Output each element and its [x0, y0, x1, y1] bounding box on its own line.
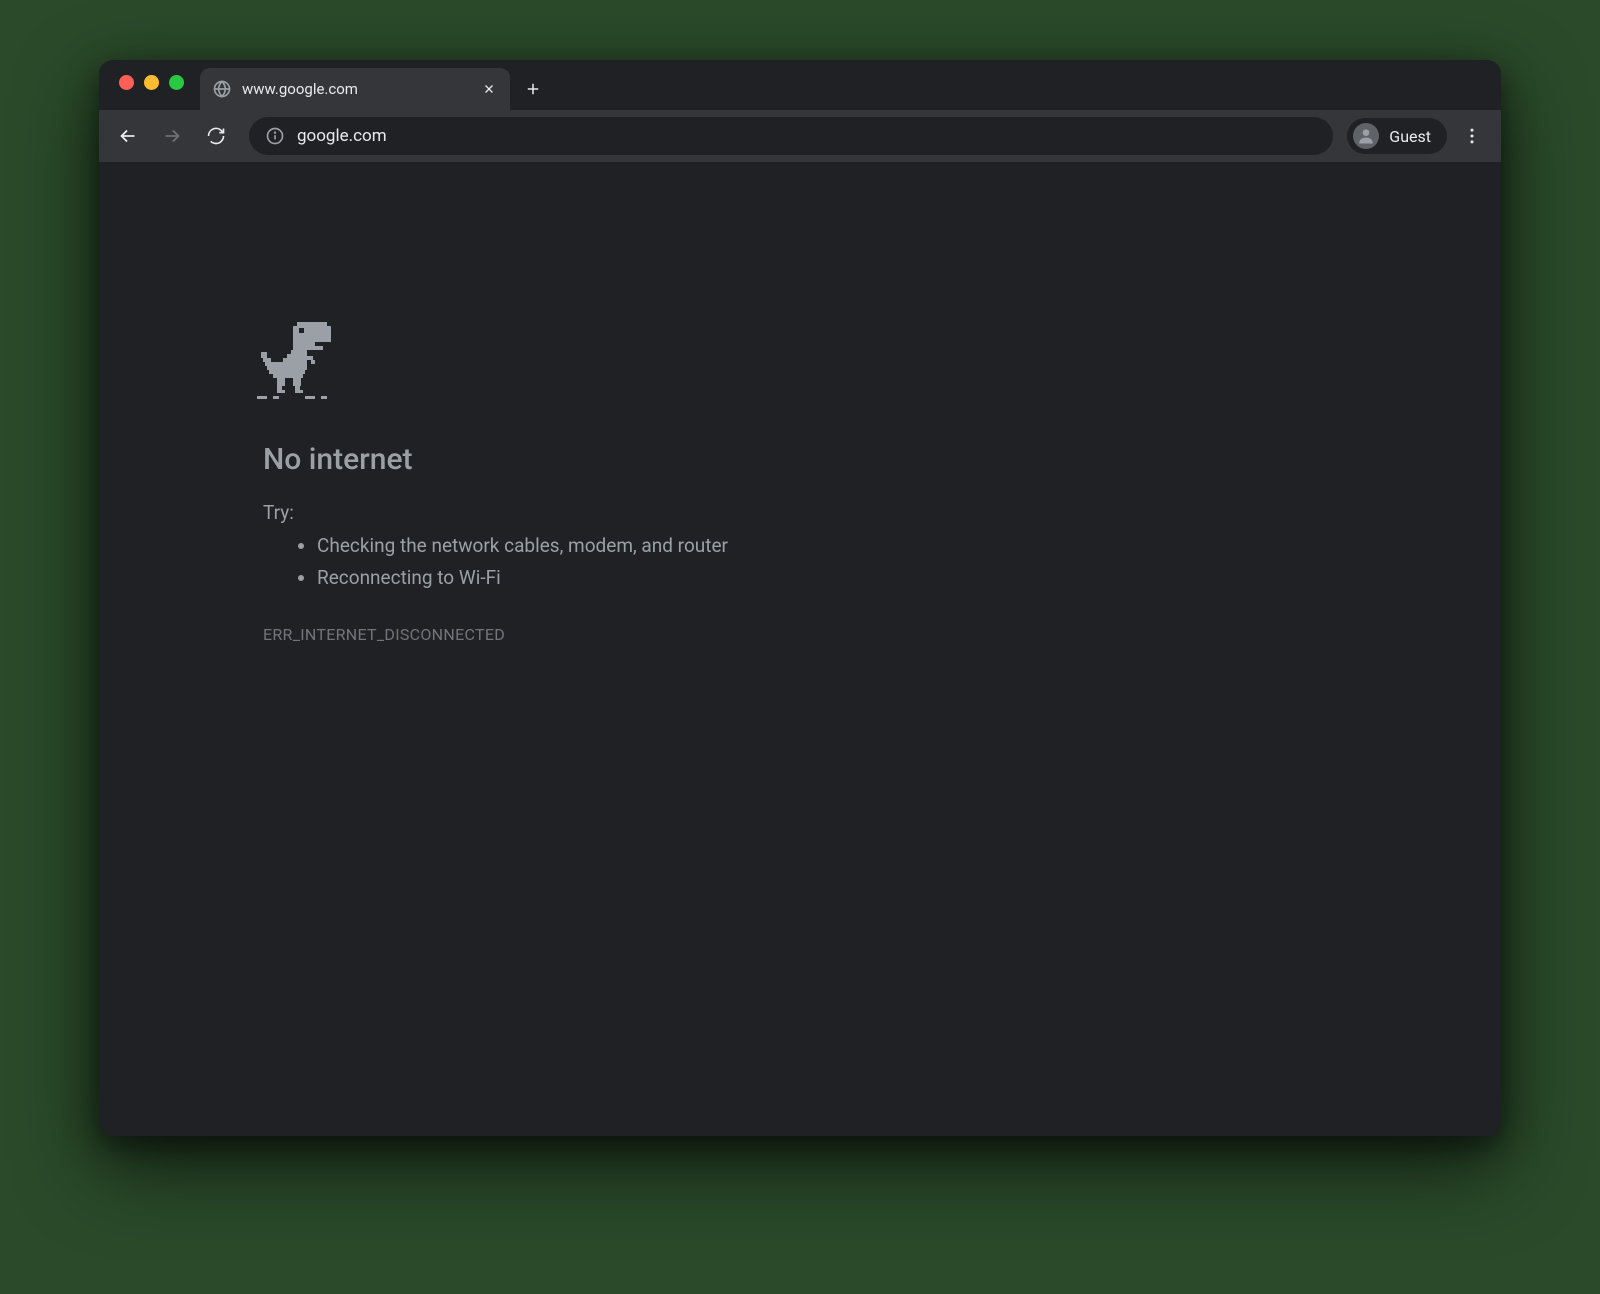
globe-icon	[212, 79, 232, 99]
window-controls	[113, 60, 194, 110]
browser-window: www.google.com	[99, 60, 1501, 1136]
reload-button[interactable]	[197, 117, 235, 155]
suggestions-list: Checking the network cables, modem, and …	[263, 530, 1501, 595]
toolbar: google.com Guest	[99, 110, 1501, 162]
profile-button[interactable]: Guest	[1347, 118, 1447, 154]
dino-icon[interactable]	[257, 322, 1501, 406]
error-title: No internet	[263, 442, 1501, 477]
browser-tab[interactable]: www.google.com	[200, 68, 510, 110]
new-tab-button[interactable]	[516, 72, 550, 106]
window-close-button[interactable]	[119, 75, 134, 90]
url-text: google.com	[297, 126, 387, 146]
tab-title: www.google.com	[242, 80, 470, 98]
try-label: Try:	[263, 501, 1501, 524]
window-minimize-button[interactable]	[144, 75, 159, 90]
tab-close-button[interactable]	[480, 80, 498, 98]
menu-button[interactable]	[1453, 117, 1491, 155]
site-info-icon[interactable]	[265, 126, 285, 146]
forward-button[interactable]	[153, 117, 191, 155]
tab-strip: www.google.com	[99, 60, 1501, 110]
profile-label: Guest	[1389, 127, 1431, 146]
back-button[interactable]	[109, 117, 147, 155]
avatar-icon	[1353, 123, 1379, 149]
window-maximize-button[interactable]	[169, 75, 184, 90]
address-bar[interactable]: google.com	[249, 117, 1333, 155]
page-content: No internet Try: Checking the network ca…	[99, 162, 1501, 1136]
suggestion-item: Reconnecting to Wi-Fi	[317, 562, 1501, 594]
suggestion-item: Checking the network cables, modem, and …	[317, 530, 1501, 562]
error-code: ERR_INTERNET_DISCONNECTED	[263, 625, 1501, 644]
